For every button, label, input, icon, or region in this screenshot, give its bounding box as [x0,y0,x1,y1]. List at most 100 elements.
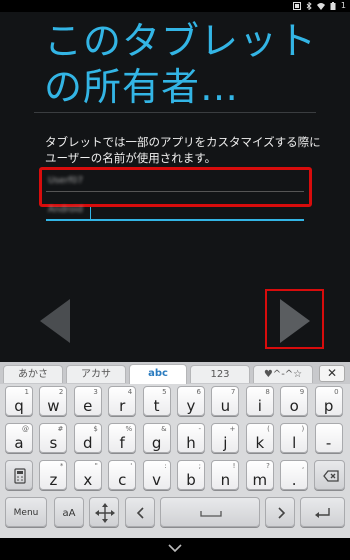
key-sublabel: ' [130,462,133,470]
key-o[interactable]: o9 [280,386,309,416]
menu-key[interactable]: Menu [5,497,47,527]
field-underline-active [46,219,304,221]
key-sublabel: 3 [93,388,98,396]
page-title: このタブレット の所有者… [44,19,318,109]
key-sublabel: ( [267,425,270,433]
key-sublabel: ) [301,425,305,433]
key-q[interactable]: q1 [5,386,33,416]
bluetooth-icon [306,2,312,10]
key-y[interactable]: y6 [177,386,205,416]
tab-numbers[interactable]: 123 [190,365,250,383]
key-z[interactable]: z * [39,460,68,490]
key-label: a [14,434,24,452]
keyboard-mode-tabs: あかさ アカサ abc 123 ♥^-^☆ ✕ [0,362,350,384]
key-h[interactable]: h- [177,423,205,453]
tab-hiragana[interactable]: あかさ [3,365,63,383]
field-underline [46,191,304,192]
key-v[interactable]: v: [142,460,171,490]
key-m[interactable]: m? [245,460,274,490]
key-label: o [289,397,299,415]
calculator-key[interactable] [5,460,33,490]
wifi-icon [316,3,325,10]
key-label: n [220,471,231,489]
first-name-value: Userf07 [48,176,84,186]
back-arrow-button[interactable] [38,297,72,345]
key-j[interactable]: j + [211,423,240,453]
key-sublabel: ! [232,462,236,470]
key-hyphen[interactable]: - [314,423,343,453]
navigation-bar [0,538,350,560]
last-name-value: Android [48,205,83,215]
keyboard-close-button[interactable]: ✕ [319,365,345,382]
key-w[interactable]: w2 [39,386,68,416]
key-label: k [255,434,265,452]
cursor-move-key[interactable] [89,497,119,527]
enter-key[interactable] [300,497,345,527]
key-sublabel: 5 [162,388,167,396]
shift-case-key[interactable]: aA [54,497,84,527]
key-label: p [323,397,334,415]
key-sublabel: : [164,462,167,470]
last-name-field[interactable]: Android [46,205,304,221]
key-period[interactable]: ., [280,460,309,490]
key-k[interactable]: k( [245,423,274,453]
key-r[interactable]: r4 [108,386,137,416]
key-sublabel: 2 [58,388,64,396]
key-label: l [292,434,297,452]
key-x[interactable]: x " [73,460,102,490]
key-sublabel: * [59,462,64,470]
cursor-left-key[interactable] [125,497,155,527]
backspace-key[interactable] [314,460,345,490]
status-bar: 1 [0,0,350,12]
key-label: m [252,471,268,489]
key-label: c [118,471,127,489]
space-key[interactable] [160,497,260,527]
key-c[interactable]: c ' [108,460,137,490]
space-icon [200,511,222,517]
key-s[interactable]: s # [39,423,68,453]
screenshot-icon [292,2,301,10]
key-label: d [83,434,93,452]
menu-key-label: Menu [13,508,39,518]
key-sublabel: % [125,425,133,433]
key-p[interactable]: p0 [314,386,343,416]
chevron-left-icon [136,507,144,519]
key-label: u [220,397,231,415]
key-g[interactable]: g & [142,423,171,453]
key-label: q [14,397,24,415]
key-d[interactable]: d $ [73,423,102,453]
first-name-field[interactable]: Userf07 [46,176,304,192]
key-sublabel: 8 [265,388,270,396]
key-label: r [119,397,126,415]
key-i[interactable]: i8 [245,386,274,416]
cursor-right-key[interactable] [265,497,295,527]
key-label: h [186,434,196,452]
key-label: v [152,471,162,489]
key-t[interactable]: t5 [142,386,171,416]
tab-katakana[interactable]: アカサ [66,365,126,383]
key-label: g [151,434,162,452]
setup-screen: 1 このタブレット の所有者… タブレットでは一部のアプリをカスタマイズする際に… [0,0,350,560]
key-label: f [119,434,125,452]
key-sublabel: ? [266,462,270,470]
shift-case-label: aA [62,508,76,519]
status-time: 1 [340,1,346,10]
key-f[interactable]: f% [108,423,137,453]
tab-emoticons[interactable]: ♥^-^☆ [253,365,313,383]
key-u[interactable]: u7 [211,386,240,416]
tab-alphabet[interactable]: abc [129,364,187,384]
key-sublabel: 7 [230,388,236,396]
soft-keyboard: あかさ アカサ abc 123 ♥^-^☆ ✕ q1w2e3r4t5y6u7i8… [0,362,350,538]
next-arrow-button[interactable] [278,297,312,345]
key-sublabel: 4 [127,388,133,396]
key-b[interactable]: b; [177,460,205,490]
chevron-down-icon[interactable] [168,543,182,553]
text-cursor [90,207,91,219]
key-a[interactable]: a @ [5,423,33,453]
key-sublabel: # [57,425,64,433]
key-l[interactable]: l) [280,423,309,453]
key-e[interactable]: e3 [73,386,102,416]
chevron-right-icon [278,507,286,519]
calculator-icon [14,468,26,484]
key-n[interactable]: n! [211,460,240,490]
